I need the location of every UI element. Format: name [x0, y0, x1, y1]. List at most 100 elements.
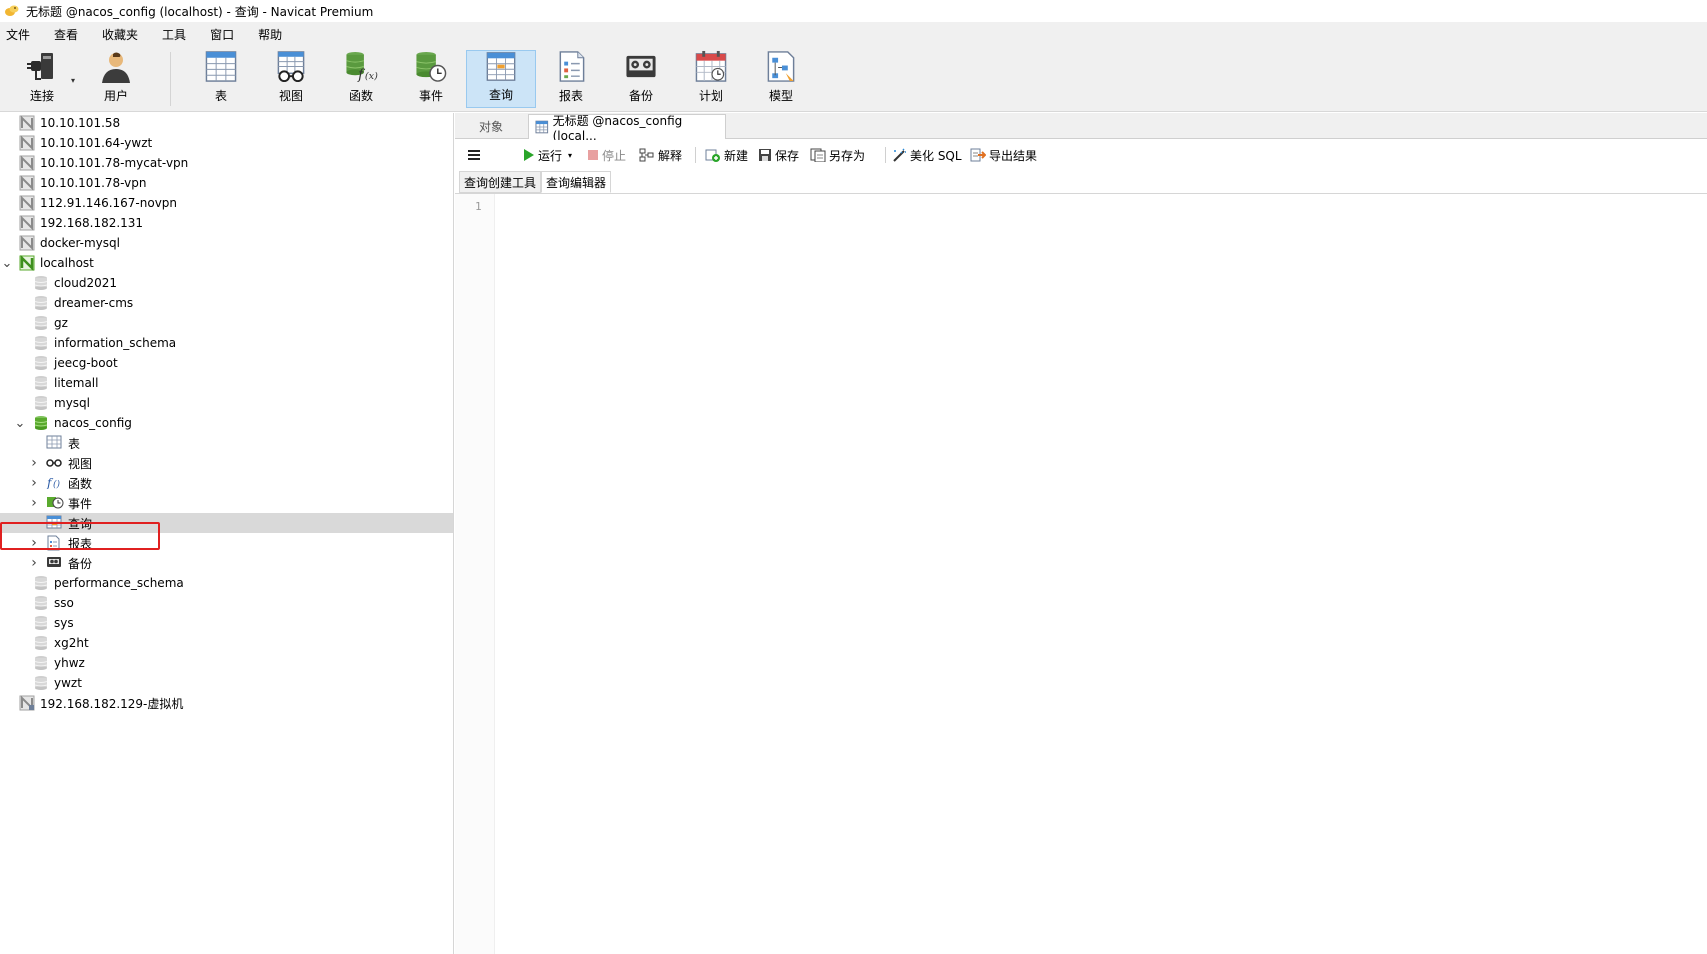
report-button[interactable]: 报表: [539, 50, 603, 108]
tree-item-label: 192.168.182.129-虚拟机: [40, 696, 184, 711]
backup-icon: [46, 555, 62, 571]
beautify-sql-button[interactable]: 美化 SQL: [891, 146, 962, 164]
event-icon: [46, 495, 64, 511]
tree-connection[interactable]: 192.168.182.131: [0, 213, 453, 233]
toolbar-separator: [170, 52, 171, 106]
function-button[interactable]: f (x) 函数: [329, 50, 393, 108]
table-button[interactable]: 表: [189, 50, 253, 108]
database-icon: [34, 295, 50, 311]
explain-icon: [639, 148, 654, 162]
tree-item-label: ywzt: [54, 676, 82, 690]
tree-database[interactable]: dreamer-cms: [0, 293, 453, 313]
tree-connection[interactable]: 112.91.146.167-novpn: [0, 193, 453, 213]
view-button[interactable]: 视图: [259, 50, 323, 108]
tree-item-label: 表: [68, 436, 81, 451]
tree-node-event[interactable]: › 事件: [0, 493, 453, 513]
tree-node-table[interactable]: 表: [0, 433, 453, 453]
chevron-right-icon[interactable]: ›: [28, 495, 40, 511]
user-button[interactable]: 用户: [84, 50, 148, 108]
tree-connection[interactable]: 10.10.101.78-mycat-vpn: [0, 153, 453, 173]
tree-database[interactable]: yhwz: [0, 653, 453, 673]
run-dropdown-icon[interactable]: ▾: [568, 151, 572, 160]
chevron-right-icon[interactable]: ›: [28, 555, 40, 571]
connection-icon: [19, 115, 35, 131]
tree-database[interactable]: litemall: [0, 373, 453, 393]
tree-database-nacos-config[interactable]: ⌄ nacos_config: [0, 413, 453, 433]
new-query-button[interactable]: 新建: [705, 146, 748, 164]
model-button[interactable]: 模型: [749, 50, 813, 108]
tree-item-label: xg2ht: [54, 636, 89, 650]
database-icon: [34, 595, 50, 611]
tab-objects[interactable]: 对象: [455, 114, 527, 139]
query-tab-icon: [535, 120, 549, 134]
query-subtabs: 查询创建工具 查询编辑器: [455, 171, 1707, 193]
tree-database[interactable]: jeecg-boot: [0, 353, 453, 373]
tree-database[interactable]: information_schema: [0, 333, 453, 353]
connect-dropdown-icon[interactable]: ▾: [71, 76, 79, 85]
tree-connection[interactable]: 10.10.101.58: [0, 113, 453, 133]
tree-connection[interactable]: 10.10.101.78-vpn: [0, 173, 453, 193]
tree-node-backup[interactable]: › 备份: [0, 553, 453, 573]
menu-tools[interactable]: 工具: [156, 26, 186, 43]
chevron-right-icon[interactable]: ›: [28, 535, 40, 551]
tab-query-editor[interactable]: 查询编辑器: [541, 171, 612, 193]
stop-button[interactable]: 停止: [587, 146, 626, 164]
menu-file[interactable]: 文件: [0, 26, 30, 43]
tree-item-label: 查询: [68, 516, 93, 531]
tree-database[interactable]: sys: [0, 613, 453, 633]
hamburger-menu-button[interactable]: [467, 146, 484, 164]
menu-window[interactable]: 窗口: [204, 26, 234, 43]
tree-database[interactable]: cloud2021: [0, 273, 453, 293]
chevron-down-icon[interactable]: ⌄: [1, 256, 13, 271]
line-number-gutter: 1: [455, 194, 495, 954]
sql-editor[interactable]: 1: [455, 193, 1707, 954]
tree-item-label: 函数: [68, 476, 93, 491]
database-icon: [34, 675, 50, 691]
tree-connection[interactable]: 192.168.182.129-虚拟机: [0, 693, 453, 713]
chevron-right-icon[interactable]: ›: [28, 455, 40, 471]
tree-database[interactable]: xg2ht: [0, 633, 453, 653]
tree-node-view[interactable]: › 视图: [0, 453, 453, 473]
run-button[interactable]: 运行 ▾: [521, 146, 572, 164]
schedule-button[interactable]: 计划: [679, 50, 743, 108]
tree-node-function[interactable]: › f() 函数: [0, 473, 453, 493]
export-icon: [970, 148, 986, 162]
tree-database[interactable]: gz: [0, 313, 453, 333]
chevron-right-icon[interactable]: ›: [28, 475, 40, 491]
explain-button[interactable]: 解释: [639, 146, 682, 164]
svg-text:(): (): [53, 479, 61, 489]
save-button[interactable]: 保存: [758, 146, 799, 164]
query-button[interactable]: 查询: [466, 50, 536, 108]
user-icon: [102, 52, 130, 83]
user-label: 用户: [103, 89, 128, 103]
tree-database[interactable]: performance_schema: [0, 573, 453, 593]
database-icon: [34, 575, 50, 591]
tree-connection[interactable]: docker-mysql: [0, 233, 453, 253]
explain-label: 解释: [658, 148, 683, 163]
model-icon: [767, 51, 795, 82]
connection-icon: [19, 135, 35, 151]
chevron-down-icon[interactable]: ⌄: [14, 416, 26, 431]
tree-database[interactable]: ywzt: [0, 673, 453, 693]
backup-button[interactable]: 备份: [609, 50, 673, 108]
tree-connection[interactable]: 10.10.101.64-ywzt: [0, 133, 453, 153]
tree-node-report[interactable]: › 报表: [0, 533, 453, 553]
event-button[interactable]: 事件: [399, 50, 463, 108]
export-results-button[interactable]: 导出结果: [970, 146, 1037, 164]
menu-favorites[interactable]: 收藏夹: [96, 26, 138, 43]
tab-query-untitled[interactable]: 无标题 @nacos_config (local...: [528, 114, 726, 143]
menu-help[interactable]: 帮助: [252, 26, 282, 43]
tree-node-query[interactable]: 查询: [0, 513, 453, 533]
line-number: 1: [475, 200, 482, 213]
connect-button[interactable]: 连接: [10, 50, 74, 108]
save-as-button[interactable]: 另存为: [810, 146, 865, 164]
save-as-label: 另存为: [829, 148, 866, 163]
menu-view[interactable]: 查看: [48, 26, 78, 43]
window-title: 无标题 @nacos_config (localhost) - 查询 - Nav…: [26, 4, 374, 19]
save-label: 保存: [775, 148, 800, 163]
database-icon: [34, 315, 50, 331]
tree-database[interactable]: mysql: [0, 393, 453, 413]
tree-database[interactable]: sso: [0, 593, 453, 613]
tree-connection-localhost[interactable]: ⌄ localhost: [0, 253, 453, 273]
tab-query-builder[interactable]: 查询创建工具: [459, 171, 542, 193]
